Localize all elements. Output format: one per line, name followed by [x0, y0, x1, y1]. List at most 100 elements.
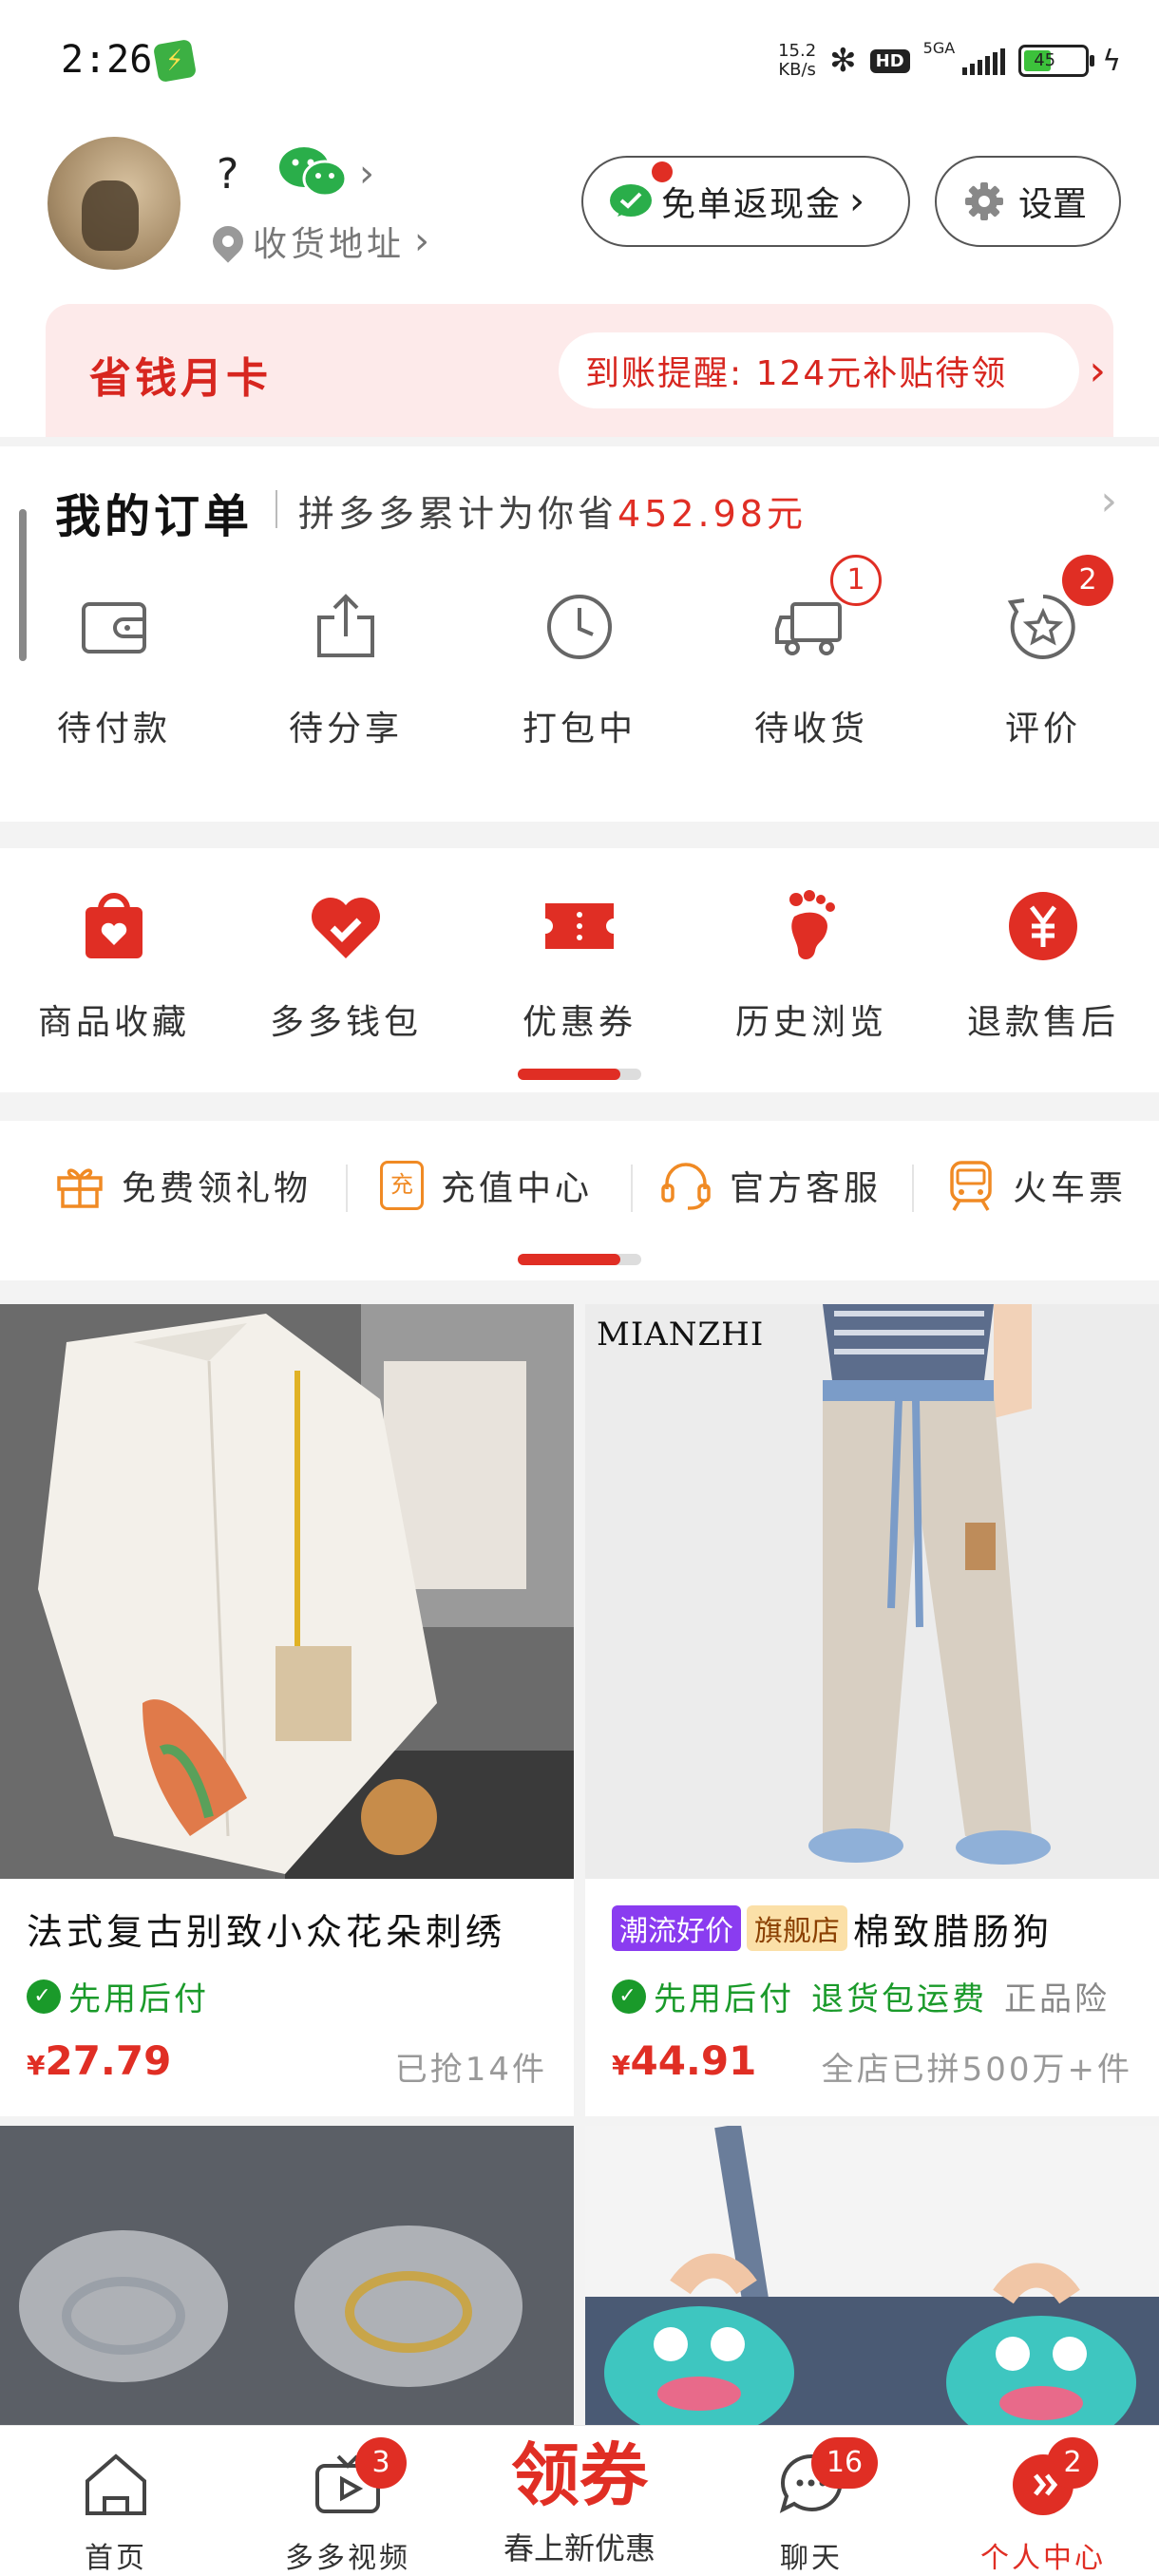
yuan-icon — [1009, 892, 1077, 960]
product-card[interactable] — [585, 2126, 1159, 2425]
product-title-text: 棉致腊肠狗 — [853, 1911, 1054, 1953]
divider — [346, 1165, 348, 1212]
cashback-label: 免单返现金 — [661, 185, 843, 224]
pay-later-icon: ✓ — [612, 1979, 646, 2014]
tool-favorites[interactable]: 商品收藏 — [10, 888, 218, 1044]
tab-video[interactable]: 多多视频 3 — [232, 2426, 464, 2576]
product-title: 法式复古别致小众花朵刺绣 — [27, 1911, 506, 1953]
order-pending-share[interactable]: 待分享 — [251, 589, 441, 760]
product-card[interactable] — [0, 2126, 574, 2425]
settings-button[interactable]: 设置 — [935, 156, 1121, 247]
bag-heart-icon — [86, 893, 142, 958]
headset-icon — [661, 1163, 711, 1210]
address-label: 收货地址 — [253, 225, 406, 264]
profile-chevron-icon[interactable]: › — [359, 152, 374, 196]
product-sold-count: 已抢14件 — [394, 2051, 547, 2089]
share-icon — [317, 594, 374, 657]
orders-savings[interactable]: 拼多多累计为你省452.98元 — [298, 484, 807, 537]
order-label: 待付款 — [56, 710, 171, 748]
feature-label: 正品险 — [1004, 1980, 1110, 2018]
feature-label: 先用后付 — [68, 1980, 209, 2018]
order-packing[interactable]: 打包中 — [484, 589, 674, 760]
product-title: 潮流好价 旗舰店 棉致腊肠狗 — [612, 1903, 1053, 1955]
network-speed: 15.2 KB/s — [778, 42, 816, 80]
tools-pager — [518, 1069, 641, 1080]
service-label: 免费领礼物 — [122, 1169, 313, 1208]
ticket-icon — [545, 903, 614, 949]
product-image[interactable]: MIANZHI — [585, 1304, 1159, 1879]
footprint-icon — [789, 890, 835, 959]
orders-title[interactable]: 我的订单 — [55, 479, 253, 545]
trend-price-tag: 潮流好价 — [612, 1905, 741, 1951]
tab-chat[interactable]: 聊天 16 — [695, 2426, 927, 2576]
order-review[interactable]: 评价 2 — [948, 555, 1138, 760]
product-features: ✓ 先用后付 退货包运费 正品险 — [612, 1973, 1110, 2019]
hd-icon: HD — [869, 48, 910, 73]
status-indicators: 15.2 KB/s ✻ HD 5GA 45 ϟ — [778, 34, 1121, 87]
status-time: 2:26 — [61, 38, 153, 82]
chat-badge: 16 — [811, 2437, 878, 2489]
product-image[interactable] — [0, 2126, 574, 2425]
order-pending-payment[interactable]: 待付款 — [19, 589, 209, 760]
service-support[interactable]: 官方客服 — [659, 1157, 882, 1214]
signal-icon — [962, 47, 1006, 75]
address-chevron-icon: › — [414, 219, 434, 263]
savings-month-card[interactable]: 省钱月卡 到账提醒: 124元补贴待领 › — [46, 304, 1113, 437]
video-badge: 3 — [355, 2437, 407, 2489]
wechat-icon[interactable] — [277, 144, 348, 199]
network-type: 5GA — [922, 38, 956, 57]
order-label: 打包中 — [522, 710, 636, 748]
tool-history[interactable]: 历史浏览 — [707, 888, 916, 1044]
order-pending-receipt[interactable]: 待收货 1 — [716, 555, 906, 760]
product-features: ✓ 先用后付 — [27, 1973, 209, 2019]
flagship-tag: 旗舰店 — [747, 1905, 847, 1951]
service-train-ticket[interactable]: 火车票 — [946, 1157, 1127, 1214]
order-label: 待分享 — [288, 710, 403, 748]
product-feed: 法式复古别致小众花朵刺绣 ✓ 先用后付 ¥27.79 已抢14件 MIANZHI… — [0, 1304, 1159, 2425]
clock-icon — [547, 595, 612, 659]
product-price: ¥27.79 — [27, 2037, 171, 2084]
battery-level: 45 — [1024, 50, 1055, 71]
wallet-heart-icon — [312, 898, 380, 958]
product-card[interactable]: MIANZHI 潮流好价 旗舰店 棉致腊肠狗 ✓ 先用后付 退货包运费 正品险 ¥4… — [585, 1304, 1159, 2116]
address-link[interactable]: 收货地址 › — [206, 217, 434, 266]
brand-logo: MIANZHI — [597, 1316, 765, 1354]
pay-later-icon: ✓ — [27, 1979, 61, 2014]
service-free-gift[interactable]: 免费领礼物 — [55, 1157, 312, 1214]
avatar[interactable] — [48, 137, 180, 270]
service-label: 充值中心 — [441, 1169, 594, 1208]
tab-home[interactable]: 首页 — [0, 2426, 232, 2576]
notification-dot — [652, 161, 673, 182]
currency-symbol: ¥ — [612, 2050, 631, 2081]
orders-chevron-icon[interactable]: › — [1100, 477, 1117, 525]
tool-coupons[interactable]: 优惠券 — [475, 888, 684, 1044]
order-label: 待收货 — [753, 710, 868, 748]
tab-label: 聊天 — [780, 2542, 843, 2575]
tool-label: 历史浏览 — [734, 1003, 887, 1042]
product-sold-count: 全店已拼500万+件 — [821, 2051, 1132, 2089]
product-image[interactable] — [585, 2126, 1159, 2425]
cashback-chevron-icon: › — [849, 180, 867, 223]
settings-label: 设置 — [1018, 185, 1088, 224]
product-card[interactable]: 法式复古别致小众花朵刺绣 ✓ 先用后付 ¥27.79 已抢14件 — [0, 1304, 574, 2116]
service-label: 官方客服 — [730, 1169, 883, 1208]
tool-refund[interactable]: 退款售后 — [939, 888, 1148, 1044]
nickname[interactable]: ? — [217, 150, 238, 199]
savings-amount: 452.98元 — [618, 493, 807, 535]
subsidy-notice-pill[interactable]: 到账提醒: 124元补贴待领 › — [559, 332, 1106, 408]
tool-wallet[interactable]: 多多钱包 — [241, 888, 450, 1044]
gear-icon — [965, 182, 1003, 220]
tool-label: 退款售后 — [966, 1003, 1119, 1042]
price-value: 27.79 — [45, 2037, 172, 2084]
tab-coupon[interactable]: 领券 春上新优惠 — [464, 2426, 695, 2576]
tab-profile[interactable]: 个人中心 2 — [927, 2426, 1159, 2576]
tool-label: 优惠券 — [522, 1003, 636, 1042]
price-value: 44.91 — [630, 2037, 757, 2084]
service-label: 火车票 — [1013, 1169, 1128, 1208]
battery-icon: 45 — [1018, 45, 1095, 77]
cashback-button[interactable]: 免单返现金 › — [581, 156, 910, 247]
home-icon — [86, 2453, 146, 2515]
product-image[interactable] — [0, 1304, 574, 1879]
feature-label: 退货包运费 — [811, 1980, 987, 2018]
service-recharge[interactable]: 充 充值中心 — [380, 1157, 593, 1214]
